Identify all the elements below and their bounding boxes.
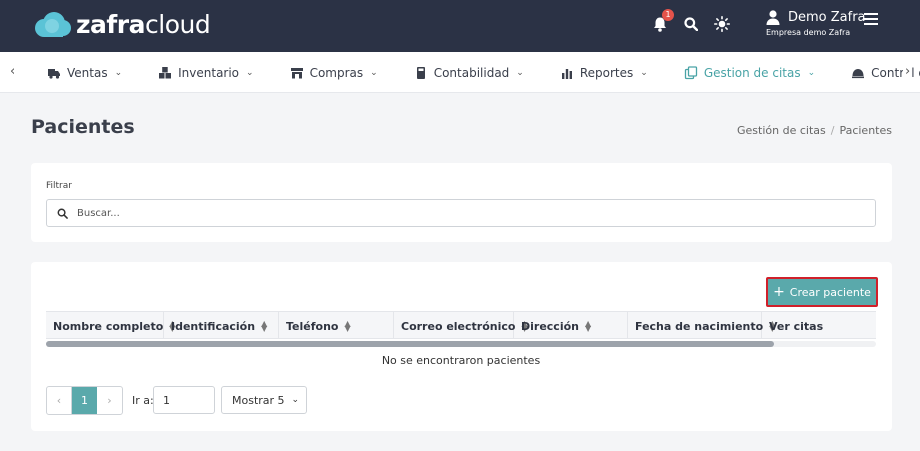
plus-icon: + bbox=[773, 284, 785, 300]
top-bar: zafracloud 1 Demo Zafra Empresa demo Zaf… bbox=[0, 0, 920, 52]
theme-toggle-button[interactable] bbox=[712, 14, 732, 34]
breadcrumb-item-gestion-de-citas[interactable]: Gestión de citas bbox=[737, 124, 826, 137]
search-button[interactable] bbox=[681, 14, 701, 34]
cloche-icon bbox=[852, 68, 865, 78]
page-button-1[interactable]: 1 bbox=[72, 387, 97, 414]
filter-label: Filtrar bbox=[46, 181, 72, 191]
goto-page-label: Ir a: bbox=[132, 394, 154, 407]
bar-chart-icon bbox=[561, 68, 572, 79]
chevron-left-icon: ‹ bbox=[56, 394, 62, 407]
cloud-logo-icon bbox=[35, 12, 71, 37]
notifications-button[interactable]: 1 bbox=[650, 9, 674, 34]
search-field[interactable] bbox=[46, 199, 876, 227]
breadcrumb-item-pacientes: Pacientes bbox=[839, 124, 892, 137]
copy-icon bbox=[684, 65, 697, 79]
next-page-button[interactable]: › bbox=[97, 387, 122, 414]
notification-badge: 1 bbox=[662, 9, 674, 21]
chevron-down-icon: ⌄ bbox=[114, 67, 123, 78]
user-name: Demo Zafra bbox=[788, 10, 866, 25]
chevron-down-icon: ⌄ bbox=[807, 67, 816, 78]
search-icon bbox=[57, 208, 68, 219]
filter-card: Filtrar bbox=[31, 163, 892, 242]
nav-scroll-right-icon[interactable]: › bbox=[903, 64, 913, 79]
column-header-identificacion[interactable]: Identificación ▲ ▼ bbox=[164, 312, 279, 338]
column-header-correo[interactable]: Correo electrónico ▲ ▼ bbox=[394, 312, 528, 338]
page-size-select[interactable]: Mostrar 5 ⌄ bbox=[221, 386, 307, 414]
column-header-fecha-nacimiento[interactable]: Fecha de nacimiento ▲ ▼ bbox=[628, 312, 775, 338]
column-header-nombre-completo[interactable]: Nombre completo ▲ ▼ bbox=[46, 312, 175, 338]
pagination: ‹ 1 › bbox=[46, 386, 123, 415]
logo-text: zafracloud bbox=[76, 10, 211, 39]
nav-item-contabilidad[interactable]: Contabilidad ⌄ bbox=[414, 66, 524, 80]
store-icon bbox=[290, 67, 303, 78]
truck-icon bbox=[48, 68, 60, 79]
nav-item-reportes[interactable]: Reportes ⌄ bbox=[560, 66, 648, 80]
app-logo[interactable]: zafracloud bbox=[32, 10, 211, 39]
nav-scroll-left-icon[interactable]: ‹ bbox=[10, 64, 15, 79]
sort-icon[interactable]: ▲ ▼ bbox=[585, 320, 591, 333]
horizontal-scrollbar[interactable] bbox=[46, 341, 774, 347]
search-input[interactable] bbox=[77, 207, 857, 219]
calculator-icon bbox=[416, 66, 425, 79]
chevron-down-icon: ⌄ bbox=[291, 395, 300, 405]
user-menu[interactable]: Demo Zafra Empresa demo Zafra bbox=[766, 10, 866, 37]
main-nav: ‹ Ventas ⌄ Inventario ⌄ Compras ⌄ Contabili… bbox=[0, 52, 920, 93]
chevron-down-icon: ⌄ bbox=[370, 67, 378, 78]
sort-icon[interactable]: ▲ ▼ bbox=[261, 320, 267, 333]
search-icon bbox=[684, 17, 698, 31]
nav-item-compras[interactable]: Compras ⌄ bbox=[290, 66, 378, 80]
column-header-direccion[interactable]: Dirección ▲ ▼ bbox=[514, 312, 628, 338]
prev-page-button[interactable]: ‹ bbox=[47, 387, 72, 414]
company-name: Empresa demo Zafra bbox=[766, 28, 851, 37]
chevron-right-icon: › bbox=[107, 394, 112, 407]
column-header-ver-citas: Ver citas bbox=[769, 319, 824, 333]
nav-item-gestion-de-citas[interactable]: Gestion de citas ⌄ bbox=[684, 66, 815, 80]
page-title: Pacientes bbox=[31, 116, 135, 138]
nav-item-ventas[interactable]: Ventas ⌄ bbox=[47, 66, 122, 80]
goto-page-input[interactable] bbox=[153, 386, 215, 414]
chevron-down-icon: ⌄ bbox=[246, 67, 254, 78]
menu-icon[interactable] bbox=[864, 13, 878, 25]
boxes-icon bbox=[159, 66, 172, 78]
nav-item-inventario[interactable]: Inventario ⌄ bbox=[158, 66, 254, 80]
chevron-down-icon: ⌄ bbox=[516, 67, 524, 78]
sun-icon bbox=[714, 16, 730, 32]
column-header-telefono[interactable]: Teléfono ▲ ▼ bbox=[279, 312, 394, 338]
sort-icon[interactable]: ▲ ▼ bbox=[344, 320, 350, 333]
breadcrumb: Gestión de citas / Pacientes bbox=[737, 124, 892, 137]
patients-table-card: + Crear paciente Nombre completo ▲ ▼ Ident… bbox=[31, 262, 892, 431]
user-icon bbox=[766, 10, 780, 25]
breadcrumb-separator: / bbox=[830, 124, 835, 137]
empty-table-message: No se encontraron pacientes bbox=[381, 354, 541, 367]
chevron-down-icon: ⌄ bbox=[640, 67, 648, 78]
table-header: Nombre completo ▲ ▼ Identificación ▲ ▼ Teléf… bbox=[46, 311, 876, 339]
create-patient-button[interactable]: + Crear paciente bbox=[766, 277, 878, 307]
